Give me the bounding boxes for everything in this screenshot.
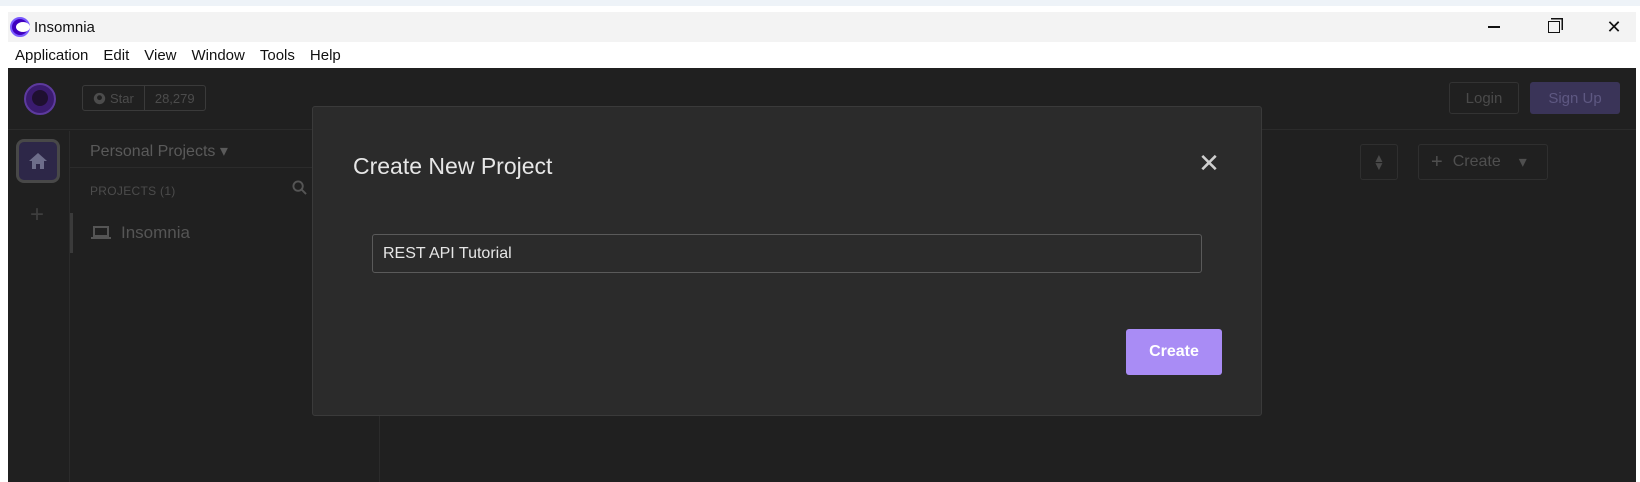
left-rail: + — [8, 131, 70, 482]
window-title: Insomnia — [34, 19, 95, 36]
title-bar: Insomnia ✕ — [8, 12, 1636, 42]
insomnia-logo-icon — [10, 17, 30, 37]
plus-icon[interactable]: + — [30, 201, 44, 229]
home-icon — [29, 153, 47, 169]
search-icon[interactable] — [292, 180, 307, 200]
project-name: Insomnia — [121, 223, 190, 242]
laptop-icon — [91, 226, 111, 239]
menu-help[interactable]: Help — [303, 47, 348, 64]
minimize-button[interactable] — [1464, 12, 1524, 42]
modal-title: Create New Project — [353, 153, 553, 179]
caret-down-icon: ▾ — [219, 143, 228, 160]
menu-view[interactable]: View — [137, 47, 183, 64]
window: Insomnia ✕ Application Edit View Window … — [0, 0, 1640, 482]
menu-application[interactable]: Application — [8, 47, 95, 64]
github-icon — [93, 92, 106, 104]
close-window-button[interactable]: ✕ — [1584, 12, 1640, 42]
github-star-label: Star — [110, 90, 134, 106]
plus-icon: + — [1431, 150, 1443, 173]
dropdown-label: Personal Projects — [90, 143, 216, 160]
close-icon[interactable]: ✕ — [1197, 150, 1221, 176]
login-button[interactable]: Login — [1449, 82, 1519, 114]
caret-down-icon: ▾ — [1518, 154, 1527, 171]
insomnia-logo-icon[interactable] — [24, 83, 56, 115]
app-area: Star 28,279 Login Sign Up + Personal Pro… — [8, 68, 1636, 482]
github-star-count: 28,279 — [143, 86, 205, 110]
personal-projects-dropdown[interactable]: Personal Projects ▾ — [90, 141, 228, 161]
create-project-modal: Create New Project ✕ Create — [312, 106, 1262, 416]
create-dropdown-button[interactable]: + Create ▾ — [1418, 144, 1548, 180]
menu-bar: Application Edit View Window Tools Help — [8, 42, 1636, 68]
sort-icon: ▲ ▼ — [1373, 151, 1385, 173]
projects-header: PROJECTS (1) — [90, 184, 176, 198]
create-label: Create — [1452, 153, 1501, 170]
menu-edit[interactable]: Edit — [96, 47, 136, 64]
create-button[interactable]: Create — [1126, 329, 1222, 375]
sort-button[interactable]: ▲ ▼ — [1360, 144, 1398, 180]
home-button[interactable] — [16, 139, 60, 183]
menu-tools[interactable]: Tools — [253, 47, 302, 64]
restore-button[interactable] — [1524, 12, 1584, 42]
github-star-badge[interactable]: Star 28,279 — [82, 85, 206, 111]
menu-window[interactable]: Window — [185, 47, 252, 64]
signup-button[interactable]: Sign Up — [1530, 82, 1620, 114]
project-name-input[interactable] — [372, 234, 1202, 273]
